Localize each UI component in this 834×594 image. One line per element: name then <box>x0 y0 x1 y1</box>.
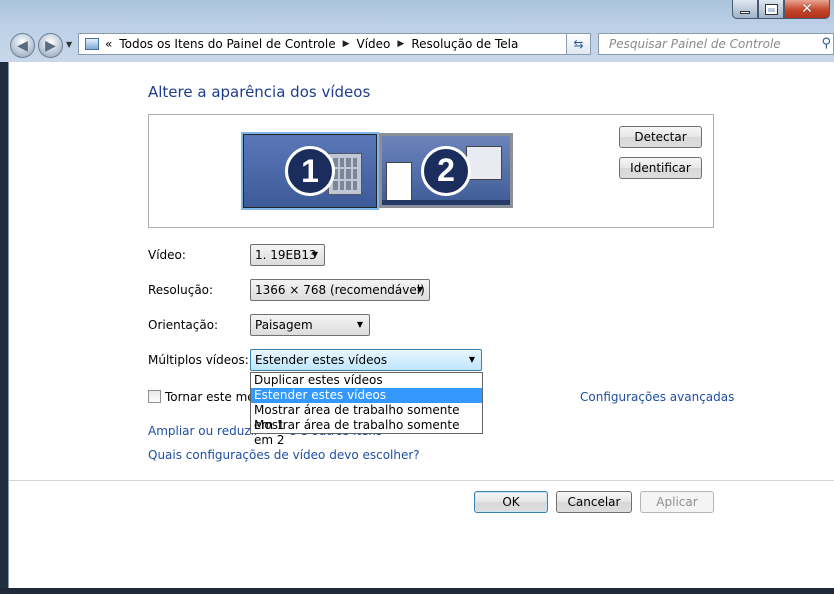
breadcrumb-separator-icon[interactable]: ▶ <box>397 39 404 49</box>
detect-button[interactable]: Detectar <box>619 126 702 148</box>
monitor-1-thumbnail[interactable]: 1 <box>241 132 379 210</box>
help-settings-link[interactable]: Quais configurações de vídeo devo escolh… <box>148 448 420 462</box>
search-input[interactable]: Pesquisar Painel de Controle ⚲ <box>598 33 834 55</box>
search-icon[interactable]: ⚲ <box>821 36 831 51</box>
multiple-displays-dropdown-list: Duplicar estes vídeos Estender estes víd… <box>250 372 483 447</box>
back-button[interactable]: ◀ <box>10 33 35 58</box>
orientation-select-value: Paisagem <box>255 318 313 332</box>
dropdown-option-duplicate[interactable]: Duplicar estes vídeos <box>251 373 482 388</box>
window-controls: ✕ <box>732 0 830 19</box>
text-size-link[interactable]: Ampliar ou reduzir <box>148 424 259 438</box>
minimize-icon <box>740 10 750 14</box>
video-label: Vídeo: <box>148 248 186 262</box>
apply-button[interactable]: Aplicar <box>640 491 714 513</box>
dropdown-option-extend[interactable]: Estender estes vídeos <box>251 388 482 403</box>
search-placeholder: Pesquisar Painel de Controle <box>609 37 781 51</box>
multiple-displays-select[interactable]: Estender estes vídeos ▼ <box>250 349 482 371</box>
main-display-checkbox[interactable] <box>148 390 161 403</box>
control-panel-icon <box>85 38 99 50</box>
desktop-window-icon <box>466 146 502 180</box>
maximize-icon <box>764 3 778 15</box>
footer-divider <box>9 480 834 481</box>
orientation-select[interactable]: Paisagem ▼ <box>250 314 370 336</box>
monitor-number-badge: 1 <box>285 146 335 196</box>
forward-button[interactable]: ▶ <box>38 33 63 58</box>
resolution-select-value: 1366 × 768 (recomendável) <box>255 283 425 297</box>
breadcrumb-item-screen-resolution[interactable]: Resolução de Tela <box>411 37 518 51</box>
address-bar[interactable]: « Todos os Itens do Painel de Controle ▶… <box>78 33 591 55</box>
close-icon: ✕ <box>801 1 813 17</box>
chevron-down-icon: ▼ <box>468 355 475 364</box>
refresh-icon: ⇆ <box>573 37 584 51</box>
recent-pages-chevron-down-icon[interactable]: ▼ <box>66 40 72 49</box>
breadcrumb-item-all-control-panel[interactable]: Todos os Itens do Painel de Controle <box>119 37 335 51</box>
breadcrumb-separator-icon[interactable]: ▶ <box>343 39 350 49</box>
maximize-button[interactable] <box>758 0 784 19</box>
desktop-window-icon <box>386 162 412 202</box>
close-button[interactable]: ✕ <box>784 0 830 19</box>
minimize-button[interactable] <box>732 0 758 19</box>
taskbar-strip <box>382 200 510 205</box>
video-select[interactable]: 1. 19EB13 ▼ <box>250 244 325 266</box>
multiple-displays-label: Múltiplos vídeos: <box>148 353 249 367</box>
arrow-right-icon: ▶ <box>45 37 56 54</box>
arrow-left-icon: ◀ <box>17 37 28 54</box>
breadcrumb-overflow[interactable]: « <box>105 37 112 51</box>
orientation-label: Orientação: <box>148 318 219 332</box>
monitor-2-thumbnail[interactable]: 2 <box>379 133 513 208</box>
multiple-displays-select-value: Estender estes vídeos <box>255 353 388 367</box>
breadcrumb-item-video[interactable]: Vídeo <box>357 37 391 51</box>
dropdown-option-show-only-2[interactable]: Mostrar área de trabalho somente em 2 <box>251 418 482 447</box>
refresh-button[interactable]: ⇆ <box>566 33 591 55</box>
resolution-label: Resolução: <box>148 283 214 297</box>
advanced-settings-link[interactable]: Configurações avançadas <box>580 390 734 404</box>
cancel-button[interactable]: Cancelar <box>556 491 632 513</box>
monitor-number-badge: 2 <box>421 145 471 196</box>
video-select-value: 1. 19EB13 <box>255 248 317 262</box>
ok-button[interactable]: OK <box>474 491 548 513</box>
chevron-down-icon: ▼ <box>311 250 318 259</box>
dropdown-option-show-only-1[interactable]: Mostrar área de trabalho somente em 1 <box>251 403 482 432</box>
main-display-checkbox-label[interactable]: Tornar este meu <box>165 390 262 404</box>
chevron-down-icon: ▼ <box>356 320 363 329</box>
page-title: Altere a aparência dos vídeos <box>148 83 371 101</box>
window-bottom-edge <box>0 588 834 594</box>
resolution-select[interactable]: 1366 × 768 (recomendável) ▼ <box>250 279 430 301</box>
chevron-down-icon: ▼ <box>416 285 423 294</box>
identify-button[interactable]: Identificar <box>619 157 702 179</box>
